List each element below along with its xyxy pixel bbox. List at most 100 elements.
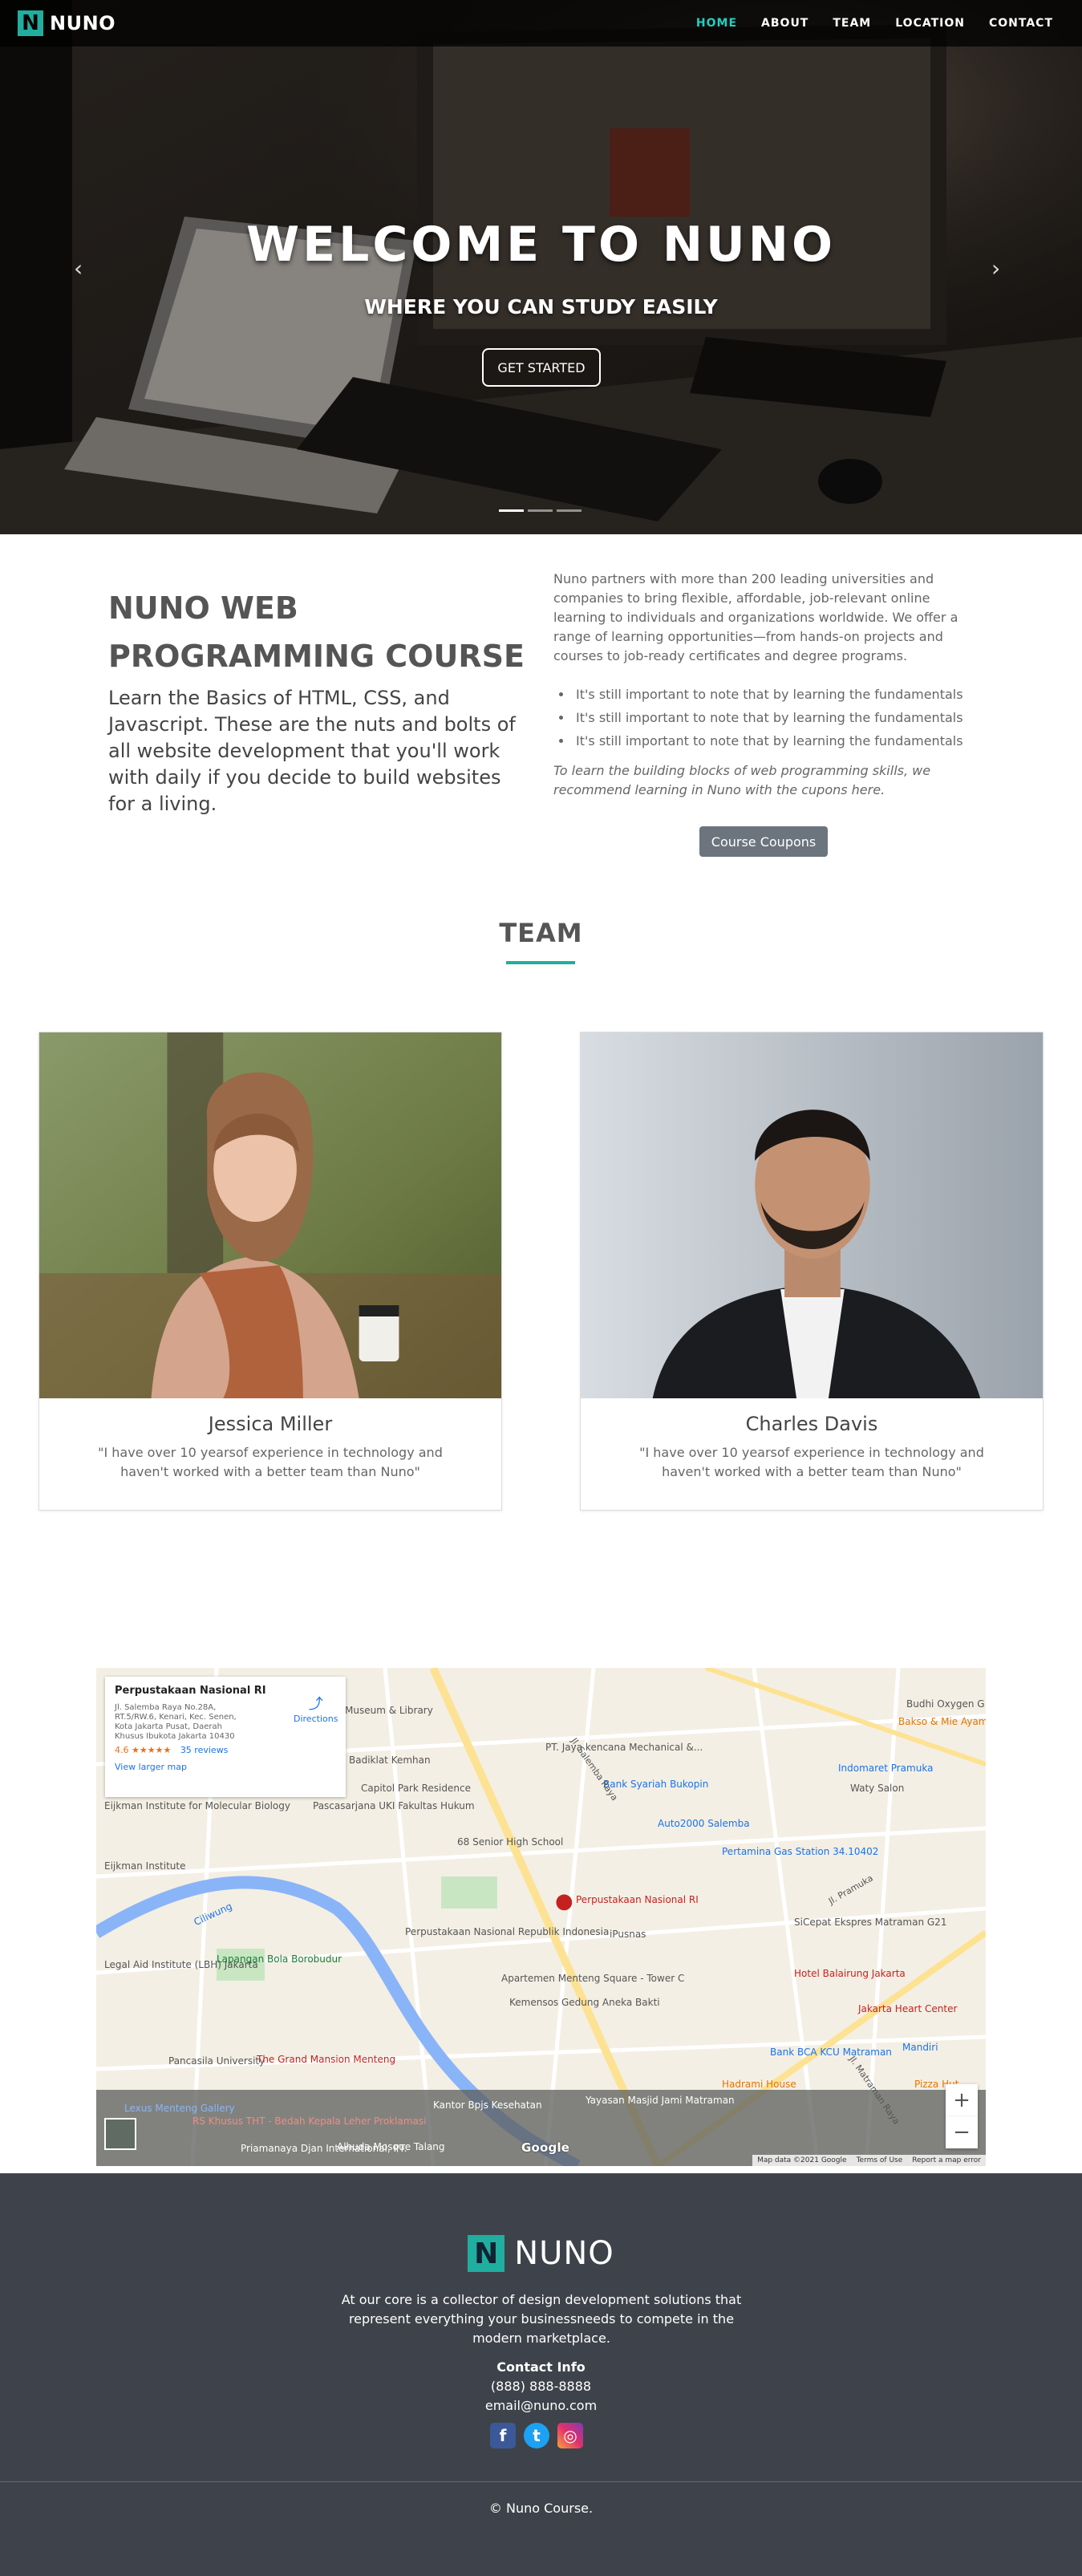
map-label: Jakarta Heart Center (858, 2003, 958, 2014)
map-label: Hotel Balairung Jakarta (794, 1968, 906, 1979)
report-error-link[interactable]: Report a map error (912, 2156, 981, 2164)
location-section: Perpustakaan Nasional RI Jl. Salemba Ray… (0, 1593, 1082, 2173)
map-label: Perpustakaan Nasional Republik Indonesia (405, 1926, 610, 1937)
map-label: SiCepat Ekspres Matraman G21 (794, 1917, 947, 1928)
hero-title: WELCOME TO NUNO (246, 217, 836, 273)
map-label: Eijkman Institute (104, 1860, 186, 1872)
map-label: 68 Senior High School (457, 1836, 564, 1848)
map-label: Eijkman Institute for Molecular Biology (104, 1800, 290, 1811)
footer-brand-name: NUNO (514, 2235, 614, 2272)
reviews-link[interactable]: 35 reviews (180, 1745, 229, 1755)
nav-team[interactable]: TEAM (833, 17, 871, 30)
team-photo-jessica (39, 1032, 501, 1398)
hero-subtitle: WHERE YOU CAN STUDY EASILY (364, 295, 718, 318)
place-rating: 4.6 ★★★★★ 35 reviews (115, 1745, 336, 1755)
map-label: Apartemen Menteng Square - Tower C (501, 1973, 685, 1984)
instagram-icon[interactable]: ◎ (557, 2423, 583, 2448)
about-lead: Learn the Basics of HTML, CSS, and Javas… (108, 687, 516, 815)
map-label: Capitol Park Residence (361, 1783, 471, 1794)
google-logo: Google (521, 2140, 570, 2155)
nav-links: HOME ABOUT TEAM LOCATION CONTACT (696, 17, 1053, 30)
directions-label: Directions (294, 1714, 338, 1724)
map-label: Budhi Oxygen G (906, 1698, 985, 1710)
about-italic-note: To learn the building blocks of web prog… (553, 763, 931, 797)
directions-icon: ⤴ (308, 1696, 323, 1713)
footer-divider (0, 2481, 1082, 2482)
map-label: Museum & Library (345, 1705, 433, 1716)
map-label: Auto2000 Salemba (658, 1818, 750, 1829)
directions-button[interactable]: ⤴ Directions (294, 1693, 338, 1724)
nav-contact[interactable]: CONTACT (989, 17, 1053, 30)
map-label: Bank Syariah Bukopin (603, 1779, 709, 1790)
map-layer-toggle[interactable] (104, 2118, 136, 2150)
zoom-out-button[interactable]: − (946, 2116, 978, 2148)
course-coupons-button[interactable]: Course Coupons (699, 826, 828, 857)
map-label: Hadrami House (722, 2079, 796, 2090)
member-name: Charles Davis (745, 1413, 878, 1435)
embedded-map[interactable]: Perpustakaan Nasional RI Jl. Salemba Ray… (96, 1668, 986, 2166)
twitter-icon[interactable]: t (524, 2423, 549, 2448)
map-label: Pascasarjana UKI Fakultas Hukum (313, 1800, 475, 1811)
list-item: It's still important to note that by lea… (573, 729, 963, 753)
footer-description: At our core is a collector of design dev… (341, 2292, 742, 2346)
map-label: Bank BCA KCU Matraman (770, 2047, 892, 2058)
view-larger-map-link[interactable]: View larger map (115, 1762, 336, 1772)
map-label: Badiklat Kemhan (349, 1755, 431, 1766)
terms-link[interactable]: Terms of Use (857, 2156, 903, 2164)
map-label: RS Khusus THT - Bedah Kepala Leher Prokl… (192, 2116, 427, 2127)
member-name: Jessica Miller (208, 1413, 333, 1435)
map-label: Bakso & Mie Ayam Pakde Roso (898, 1716, 986, 1727)
get-started-button[interactable]: GET STARTED (482, 348, 601, 387)
map-label: Alhuda Mosque Talang (337, 2141, 445, 2152)
map-label: The Grand Mansion Menteng (257, 2054, 396, 2065)
rating-value: 4.6 (115, 1745, 129, 1755)
nuno-logo-icon: N (18, 10, 43, 36)
title-underline (506, 961, 575, 964)
about-heading: NUNO WEB PROGRAMMING COURSE (108, 590, 525, 674)
footer-brand: N NUNO (0, 2235, 1082, 2272)
copyright: © Nuno Course. (488, 2501, 594, 2516)
zoom-controls: + − (946, 2084, 978, 2148)
map-label: Pertamina Gas Station 34.10402 (722, 1846, 879, 1857)
nuno-logo-icon: N (468, 2235, 505, 2272)
map-label[interactable]: Perpustakaan Nasional RI (576, 1894, 699, 1905)
map-label: Kantor Bpjs Kesehatan (433, 2099, 542, 2111)
carousel-indicators (499, 509, 582, 512)
nav-home[interactable]: HOME (696, 17, 737, 30)
map-label: Waty Salon (850, 1783, 905, 1794)
map-data-text: Map data ©2021 Google (757, 2156, 847, 2164)
carousel-indicator[interactable] (557, 509, 582, 512)
social-links: f t ◎ (490, 2423, 583, 2448)
map-label: Lexus Menteng Gallery (124, 2103, 235, 2114)
nav-about[interactable]: ABOUT (761, 17, 808, 30)
carousel-indicator[interactable] (528, 509, 553, 512)
brand[interactable]: N NUNO (18, 10, 115, 36)
map-place-card: Perpustakaan Nasional RI Jl. Salemba Ray… (105, 1677, 346, 1797)
map-label: PT. Jaya kencana Mechanical &... (545, 1742, 703, 1753)
navbar: N NUNO HOME ABOUT TEAM LOCATION CONTACT (0, 0, 1082, 47)
facebook-icon[interactable]: f (490, 2423, 516, 2448)
about-bullet-list: It's still important to note that by lea… (573, 683, 963, 753)
member-quote: "I have over 10 yearsof experience in te… (98, 1445, 443, 1479)
map-pin-icon[interactable]: ● (555, 1889, 573, 1913)
list-item: It's still important to note that by lea… (573, 706, 963, 729)
contact-email[interactable]: email@nuno.com (0, 2398, 1082, 2413)
team-card: Jessica Miller "I have over 10 yearsof e… (38, 1032, 502, 1511)
team-section: TEAM Jessica Miller "I have over 10 year (0, 887, 1082, 1593)
map-label: Yayasan Masjid Jami Matraman (586, 2095, 735, 2106)
carousel-indicator[interactable] (499, 509, 524, 512)
list-item: It's still important to note that by lea… (573, 683, 963, 706)
footer: N NUNO At our core is a collector of des… (0, 2173, 1082, 2576)
nav-location[interactable]: LOCATION (895, 17, 965, 30)
map-label: Indomaret Pramuka (838, 1763, 934, 1774)
rating-stars: ★★★★★ (132, 1745, 172, 1755)
brand-name: NUNO (50, 12, 116, 34)
team-card: Charles Davis "I have over 10 yearsof ex… (580, 1032, 1044, 1511)
map-label: iPusnas (610, 1929, 646, 1940)
map-label: Lapangan Bola Borobudur (217, 1953, 342, 1965)
zoom-in-button[interactable]: + (946, 2084, 978, 2116)
about-paragraph: Nuno partners with more than 200 leading… (553, 571, 958, 663)
contact-phone[interactable]: (888) 888-8888 (0, 2379, 1082, 2394)
place-address: Jl. Salemba Raya No.28A, RT.5/RW.6, Kena… (115, 1703, 237, 1741)
about-section: NUNO WEB PROGRAMMING COURSE Learn the Ba… (0, 534, 1082, 887)
